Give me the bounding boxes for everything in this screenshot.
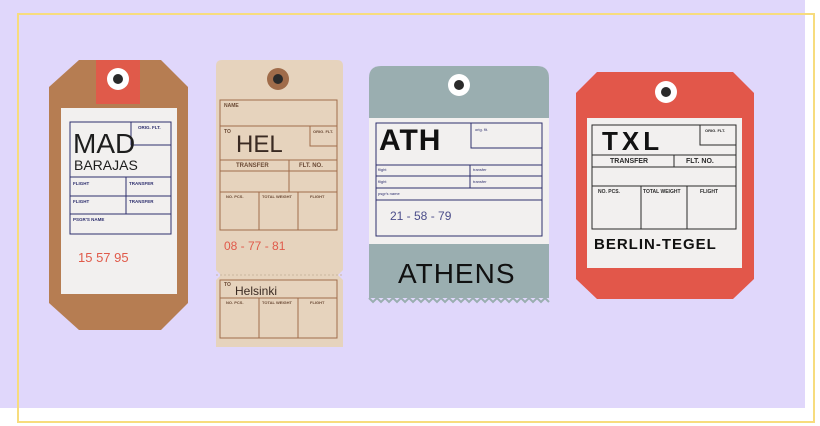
helsinki-orig-flt-label: ORIG. FLT. (313, 129, 334, 134)
berlin-transfer-label: TRANSFER (610, 158, 649, 165)
athens-tag-number: 21 - 58 - 79 (390, 209, 452, 223)
athens-flight-label-2: flight (378, 179, 387, 184)
berlin-flight-label: FLIGHT (700, 189, 719, 195)
helsinki-flt-no-label: FLT. NO. (299, 163, 323, 169)
helsinki-code: HEL (236, 131, 283, 158)
helsinki-stub-total-weight-label: TOTAL WEIGHT (262, 300, 292, 305)
madrid-flight-label: FLIGHT (73, 181, 90, 186)
madrid-transfer-label-2: TRANSFER (129, 199, 154, 204)
athens-code: ATH (379, 124, 442, 157)
helsinki-name-label: NAME (224, 103, 239, 109)
helsinki-flight-label: FLIGHT (310, 194, 325, 199)
helsinki-tag-number: 08 - 77 - 81 (224, 239, 286, 253)
helsinki-transfer-label: TRANSFER (236, 163, 269, 169)
illustration-canvas: MAD ORIG. FLT. BARAJAS FLIGHT TRANSFER F… (0, 0, 820, 426)
athens-flight-label: flight (378, 167, 387, 172)
helsinki-stub-city: Helsinki (235, 284, 278, 298)
berlin-flt-no-label: FLT. NO. (686, 158, 714, 165)
madrid-passenger-name-label: PSGR'S NAME (73, 217, 105, 222)
helsinki-stub-to-label: TO (224, 282, 231, 288)
berlin-no-pcs-label: NO. PCS. (598, 189, 620, 195)
athens-transfer-label: transfer (473, 167, 487, 172)
madrid-airport-name: BARAJAS (74, 157, 138, 173)
helsinki-total-weight-label: TOTAL WEIGHT (262, 194, 292, 199)
athens-city: ATHENS (398, 258, 516, 289)
helsinki-stub-flight-label: FLIGHT (310, 300, 325, 305)
madrid-transfer-label: TRANSFER (129, 181, 154, 186)
athens-passenger-name-label: psgr's name (378, 191, 400, 196)
helsinki-stub-no-pcs-label: NO. PCS. (226, 300, 244, 305)
berlin-city: BERLIN-TEGEL (594, 236, 717, 253)
berlin-orig-flt-label: ORIG. FLT. (705, 128, 726, 133)
madrid-tag-number: 15 57 95 (78, 250, 129, 265)
helsinki-no-pcs-label: NO. PCS. (226, 194, 244, 199)
athens-orig-flt-label: orig. flt. (475, 127, 489, 132)
madrid-orig-flt-label: ORIG. FLT. (138, 125, 161, 130)
berlin-code: TXL (602, 126, 664, 156)
athens-transfer-label-2: transfer (473, 179, 487, 184)
madrid-flight-label-2: FLIGHT (73, 199, 90, 204)
madrid-code: MAD (73, 128, 136, 159)
helsinki-to-label: TO (224, 129, 231, 135)
madrid-tag (49, 60, 188, 330)
berlin-tag (576, 72, 754, 299)
berlin-total-weight-label: TOTAL WEIGHT (643, 189, 681, 195)
